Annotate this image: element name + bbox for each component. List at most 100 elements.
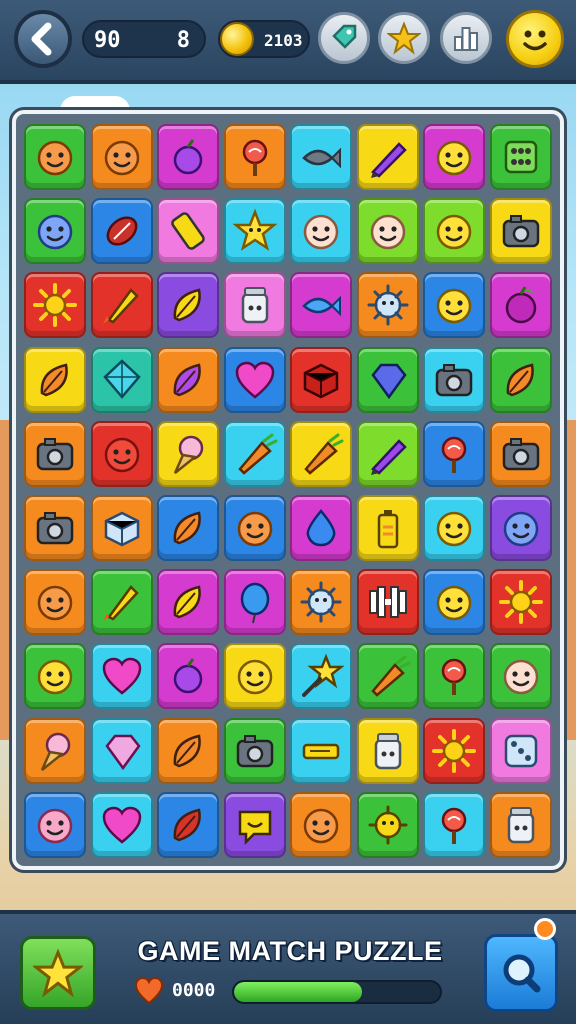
puzzle-tile[interactable] bbox=[423, 717, 485, 784]
puzzle-tile[interactable] bbox=[290, 643, 352, 710]
back-button[interactable] bbox=[14, 10, 72, 68]
puzzle-tile[interactable] bbox=[423, 643, 485, 710]
puzzle-tile[interactable] bbox=[157, 643, 219, 710]
star-powerup-button[interactable] bbox=[20, 936, 96, 1010]
camera-icon bbox=[236, 734, 273, 767]
leaderboard-button[interactable] bbox=[440, 12, 492, 64]
puzzle-tile[interactable] bbox=[24, 346, 86, 413]
puzzle-tile[interactable] bbox=[223, 124, 286, 190]
face-yellow-icon bbox=[436, 140, 472, 176]
puzzle-tile[interactable] bbox=[489, 124, 552, 190]
puzzle-tile[interactable] bbox=[24, 791, 86, 858]
puzzle-tile[interactable] bbox=[356, 569, 419, 636]
puzzle-tile[interactable] bbox=[489, 272, 552, 339]
camera-icon bbox=[36, 437, 74, 471]
tag-icon bbox=[332, 24, 357, 49]
puzzle-tile[interactable] bbox=[356, 420, 419, 487]
puzzle-tile[interactable] bbox=[157, 791, 219, 858]
puzzle-tile[interactable] bbox=[157, 420, 219, 487]
puzzle-tile[interactable] bbox=[90, 717, 153, 784]
coin-counter: 2103 bbox=[218, 20, 310, 58]
puzzle-tile[interactable] bbox=[290, 124, 352, 190]
puzzle-tile[interactable] bbox=[223, 717, 286, 784]
puzzle-tile[interactable] bbox=[24, 569, 86, 636]
puzzle-tile[interactable] bbox=[24, 124, 86, 190]
face-yellow-icon bbox=[436, 214, 472, 250]
star-bonus-button[interactable] bbox=[378, 12, 430, 64]
puzzle-tile[interactable] bbox=[423, 198, 485, 265]
puzzle-tile[interactable] bbox=[290, 420, 352, 487]
puzzle-tile[interactable] bbox=[24, 643, 86, 710]
puzzle-tile[interactable] bbox=[356, 346, 419, 413]
puzzle-tile[interactable] bbox=[90, 124, 153, 190]
puzzle-tile[interactable] bbox=[24, 495, 86, 561]
puzzle-tile[interactable] bbox=[90, 198, 153, 265]
face-baby-icon bbox=[303, 214, 339, 250]
puzzle-tile[interactable] bbox=[423, 346, 485, 413]
puzzle-tile[interactable] bbox=[489, 198, 552, 265]
puzzle-tile[interactable] bbox=[90, 420, 153, 487]
puzzle-tile[interactable] bbox=[423, 420, 485, 487]
puzzle-tile[interactable] bbox=[90, 643, 153, 710]
puzzle-tile[interactable] bbox=[223, 643, 286, 710]
puzzle-tile[interactable] bbox=[223, 420, 286, 487]
puzzle-tile[interactable] bbox=[223, 346, 286, 413]
puzzle-tile[interactable] bbox=[223, 198, 286, 265]
lollipop-icon bbox=[441, 659, 467, 696]
puzzle-tile[interactable] bbox=[223, 272, 286, 339]
puzzle-tile[interactable] bbox=[489, 717, 552, 784]
puzzle-tile[interactable] bbox=[223, 569, 286, 636]
puzzle-tile[interactable] bbox=[157, 198, 219, 265]
puzzle-tile[interactable] bbox=[290, 717, 352, 784]
puzzle-tile[interactable] bbox=[423, 272, 485, 339]
puzzle-tile[interactable] bbox=[356, 717, 419, 784]
puzzle-tile[interactable] bbox=[290, 569, 352, 636]
puzzle-tile[interactable] bbox=[423, 569, 485, 636]
puzzle-tile[interactable] bbox=[423, 791, 485, 858]
puzzle-tile[interactable] bbox=[290, 791, 352, 858]
puzzle-tile[interactable] bbox=[290, 272, 352, 339]
puzzle-tile[interactable] bbox=[290, 346, 352, 413]
puzzle-tile[interactable] bbox=[157, 495, 219, 561]
puzzle-tile[interactable] bbox=[24, 198, 86, 265]
puzzle-tile[interactable] bbox=[223, 791, 286, 858]
puzzle-tile[interactable] bbox=[356, 124, 419, 190]
puzzle-tile[interactable] bbox=[489, 346, 552, 413]
puzzle-tile[interactable] bbox=[356, 198, 419, 265]
puzzle-tile[interactable] bbox=[223, 495, 286, 561]
puzzle-tile[interactable] bbox=[489, 791, 552, 858]
puzzle-tile[interactable] bbox=[423, 124, 485, 190]
puzzle-tile[interactable] bbox=[290, 198, 352, 265]
shop-button[interactable] bbox=[318, 12, 370, 64]
camera-icon bbox=[502, 215, 539, 248]
puzzle-tile[interactable] bbox=[157, 272, 219, 339]
puzzle-tile[interactable] bbox=[90, 569, 153, 636]
puzzle-tile[interactable] bbox=[90, 272, 153, 339]
puzzle-tile[interactable] bbox=[90, 791, 153, 858]
puzzle-tile[interactable] bbox=[489, 569, 552, 636]
puzzle-tile[interactable] bbox=[356, 272, 419, 339]
puzzle-tile[interactable] bbox=[356, 495, 419, 561]
puzzle-tile[interactable] bbox=[290, 495, 352, 561]
profile-smiley-button[interactable] bbox=[506, 10, 564, 68]
hint-search-button[interactable] bbox=[484, 934, 558, 1012]
sun-icon bbox=[432, 728, 476, 773]
puzzle-tile[interactable] bbox=[157, 124, 219, 190]
puzzle-tile[interactable] bbox=[24, 420, 86, 487]
puzzle-tile[interactable] bbox=[423, 495, 485, 561]
grape-icon bbox=[173, 658, 203, 694]
puzzle-tile[interactable] bbox=[24, 272, 86, 339]
puzzle-tile[interactable] bbox=[90, 495, 153, 561]
puzzle-tile[interactable] bbox=[90, 346, 153, 413]
puzzle-tile[interactable] bbox=[356, 643, 419, 710]
puzzle-tile[interactable] bbox=[157, 346, 219, 413]
puzzle-tile[interactable] bbox=[356, 791, 419, 858]
puzzle-tile[interactable] bbox=[24, 717, 86, 784]
puzzle-tile[interactable] bbox=[489, 420, 552, 487]
face-yellow-icon bbox=[237, 660, 272, 695]
puzzle-tile[interactable] bbox=[157, 717, 219, 784]
puzzle-tile[interactable] bbox=[157, 569, 219, 636]
puzzle-tile[interactable] bbox=[489, 495, 552, 561]
puzzle-tile[interactable] bbox=[489, 643, 552, 710]
face-yellow-icon bbox=[436, 289, 472, 324]
